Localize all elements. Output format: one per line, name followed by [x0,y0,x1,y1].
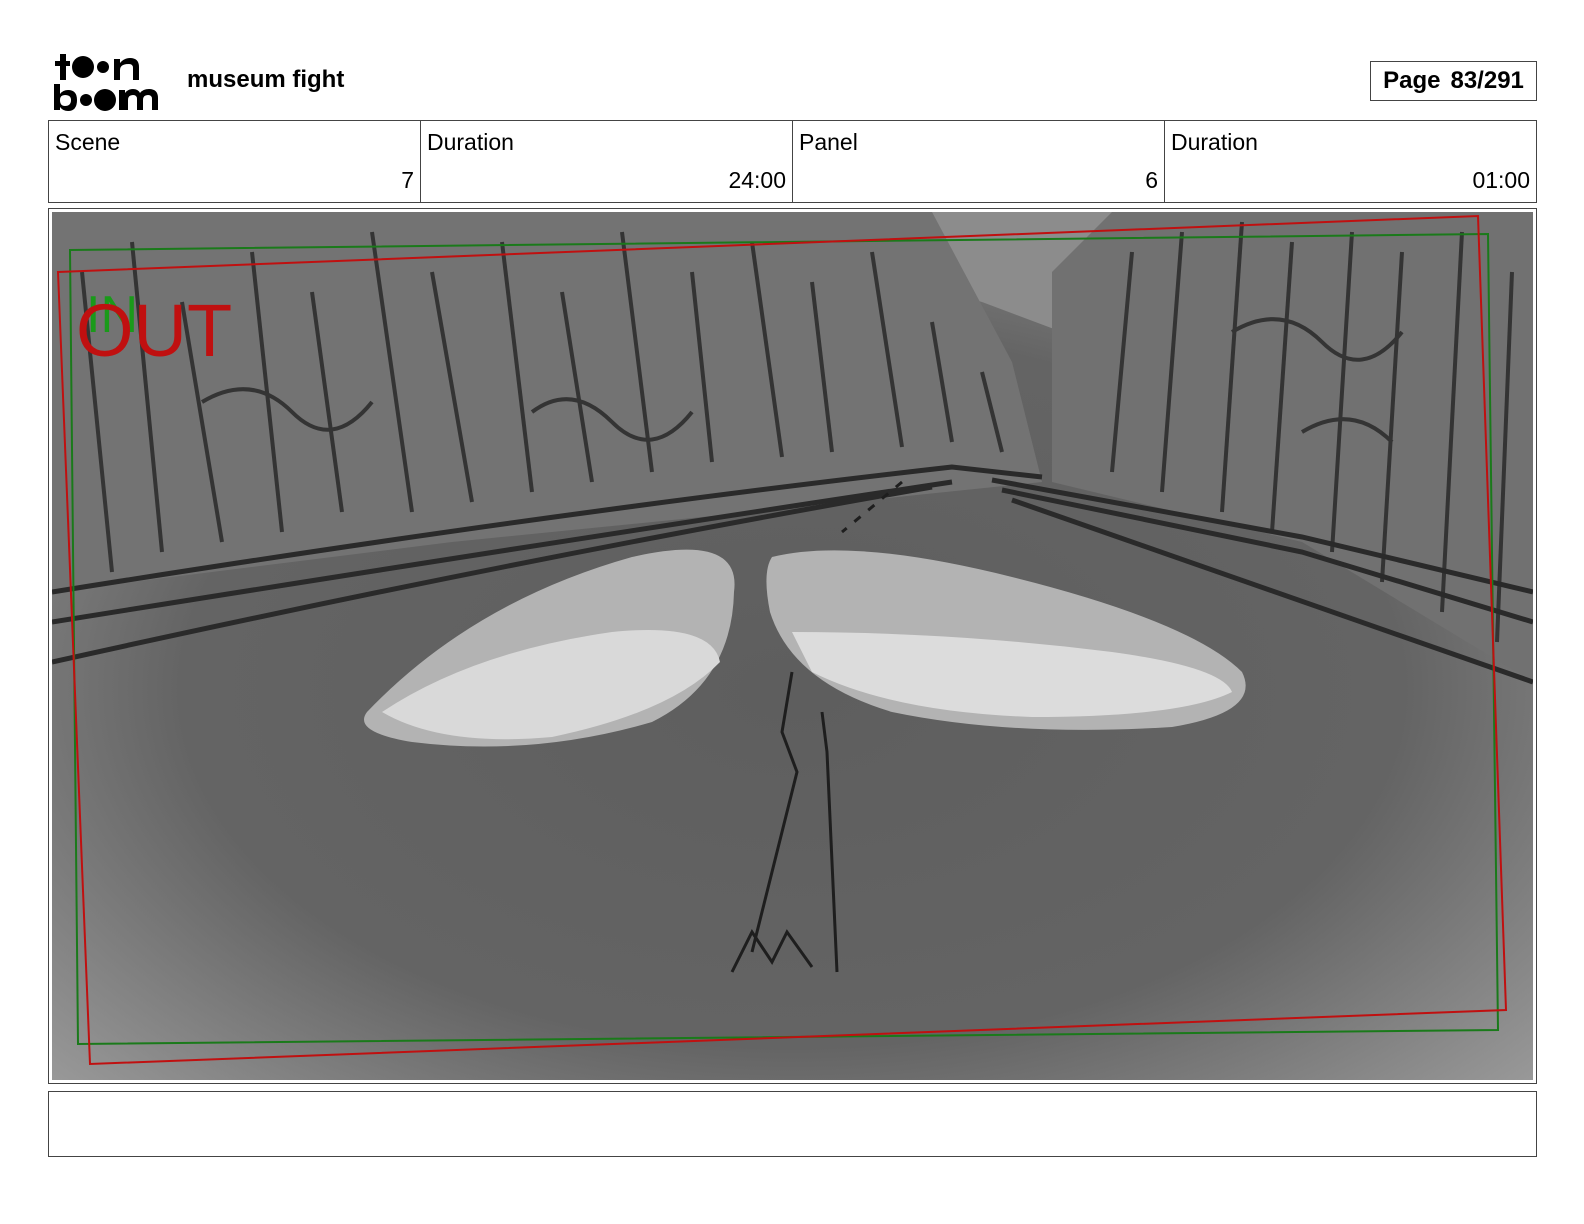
scene-duration-value: 24:00 [728,167,786,193]
project-title: museum fight [187,66,345,93]
panel-duration-label: Duration [1171,129,1258,155]
panel-cell: Panel 6 [793,121,1165,202]
toonboom-logo [54,54,158,111]
panel-value: 6 [1145,167,1158,193]
scene-value: 7 [401,167,414,193]
storyboard-panel: IN OUT [48,208,1537,1084]
page-indicator: Page 83/291 [1370,61,1537,101]
page-value: 83/291 [1450,67,1524,94]
out-label: OUT [76,289,232,372]
scene-info-table: Scene 7 Duration 24:00 Panel 6 Duration … [48,120,1537,203]
panel-label: Panel [799,129,858,155]
scene-label: Scene [55,129,121,155]
panel-notes [48,1091,1537,1157]
panel-duration-value: 01:00 [1472,167,1530,193]
panel-drawing: IN OUT [52,212,1533,1080]
scene-cell: Scene 7 [49,121,421,202]
page-label: Page [1383,67,1441,94]
scene-duration-cell: Duration 24:00 [421,121,793,202]
panel-duration-cell: Duration 01:00 [1165,121,1536,202]
scene-duration-label: Duration [427,129,514,155]
